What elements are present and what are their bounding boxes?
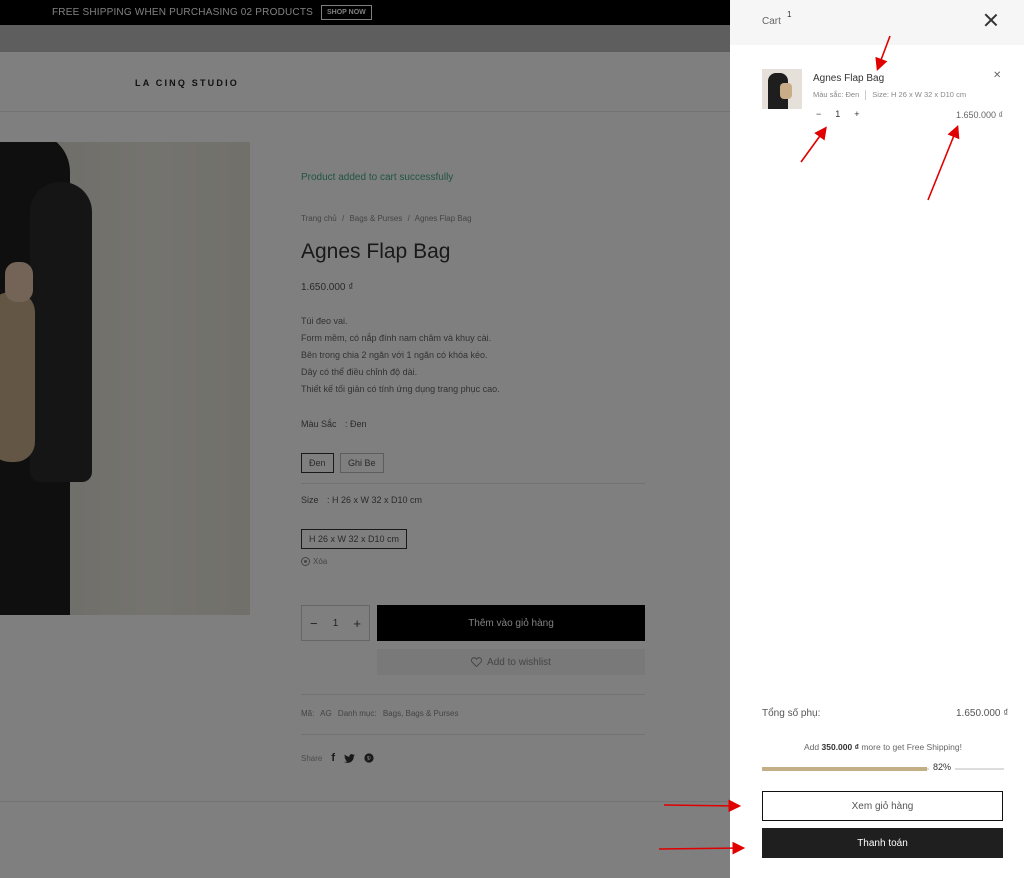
- attribute-separator: [865, 90, 867, 100]
- free-shipping-message: Add 350.000 ₫ more to get Free Shipping!: [762, 742, 1004, 752]
- cart-item-thumbnail[interactable]: [762, 69, 802, 109]
- cart-item-name[interactable]: Agnes Flap Bag: [813, 73, 884, 84]
- subtotal-value: 1.650.000 ₫: [956, 708, 1009, 719]
- shipping-progress-bar: 82%: [762, 762, 1004, 772]
- cart-drawer: Cart 1 Agnes Flap Bag ✕ Màu sắc: Đen Siz…: [730, 0, 1024, 878]
- page-overlay[interactable]: [0, 0, 730, 878]
- progress-percent: 82%: [929, 762, 956, 772]
- cart-item-attributes: Màu sắc: Đen Size: H 26 x W 32 x D10 cm: [813, 90, 966, 100]
- view-cart-button[interactable]: Xem giỏ hàng: [762, 791, 1003, 821]
- cart-decrease-button[interactable]: −: [816, 109, 821, 119]
- checkout-button[interactable]: Thanh toán: [762, 828, 1003, 858]
- subtotal-label: Tổng số phụ:: [762, 708, 821, 719]
- cart-header: Cart 1: [730, 0, 1024, 45]
- remove-item-icon[interactable]: ✕: [993, 70, 1001, 81]
- cart-item-color: Màu sắc: Đen: [813, 90, 860, 99]
- cart-item-size: Size: H 26 x W 32 x D10 cm: [872, 90, 967, 99]
- cart-item-price: 1.650.000 ₫: [956, 110, 1004, 120]
- cart-count-badge: 1: [787, 10, 792, 19]
- shipping-suffix: more to get Free Shipping!: [861, 742, 962, 752]
- progress-fill: [762, 767, 927, 771]
- shipping-amount: 350.000 ₫: [821, 742, 859, 752]
- close-icon[interactable]: [984, 13, 998, 27]
- shipping-prefix: Add: [804, 742, 820, 752]
- cart-title: Cart: [762, 16, 781, 27]
- thumbnail-bag: [780, 83, 792, 99]
- cart-item-quantity-stepper: − 1 +: [816, 109, 860, 119]
- cart-increase-button[interactable]: +: [854, 109, 859, 119]
- cart-item-quantity[interactable]: 1: [835, 109, 840, 119]
